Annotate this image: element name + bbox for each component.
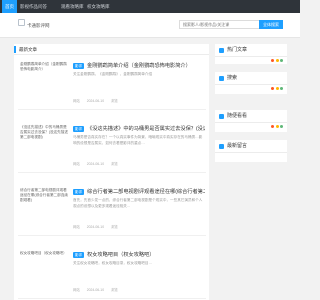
category-badge[interactable]: 影评 [73, 189, 85, 195]
nav-item-library[interactable]: 权女攻略库 [84, 0, 113, 13]
nav-item-guides[interactable]: 观看攻略库 [58, 0, 87, 13]
meta-author: 网站 [73, 99, 80, 103]
dot-red-icon [271, 59, 274, 62]
logo-image-icon [18, 19, 25, 26]
nav-item-qa[interactable]: 影视作品问答 [17, 0, 50, 13]
article-excerpt: 马桶男是否真实存在？一个以真实事件为背景，暗喻现实中真实存在的马桶男…影响的设想… [73, 135, 203, 145]
dot-green-icon [280, 87, 283, 90]
dot-yellow-icon [275, 59, 279, 62]
meta-views: 浏览 [111, 162, 118, 166]
latest-articles-panel: 最新文章 金刚鹦鹉简单介绍（金刚鹦鹉恐怖电影简介） 影评 金刚鹦鹉简单介绍（金刚… [14, 44, 209, 300]
meta-author: 网站 [73, 162, 80, 166]
thumbnail-alt-text: 《没这先描述》中的马桶男是否属实过去没保？(没这先描述第二部电视剧) [20, 125, 68, 139]
category-badge[interactable]: 影评 [73, 252, 85, 258]
sidebar-box-title: 搜索 [227, 75, 238, 81]
article-excerpt: 关注金刚鹦鹉，《金刚鹦鹉》，金刚鹦鹉简单介绍 [73, 72, 153, 76]
meta-date: 2024-06-10 [86, 99, 105, 103]
thumbnail-alt-text: 金刚鹦鹉简单介绍（金刚鹦鹉恐怖电影简介） [20, 62, 67, 71]
dot-yellow-icon [275, 87, 279, 90]
hot-icon [219, 48, 224, 53]
thumbnail-alt-text: 权女攻略吧目（权女攻略吧） [20, 251, 67, 255]
nav-item-home[interactable]: 首页 [2, 0, 17, 13]
window-dots [270, 77, 283, 90]
meta-views: 浏览 [111, 225, 118, 229]
sidebar-random: 随便看看 [215, 110, 287, 132]
dot-red-icon [271, 87, 274, 90]
meta-views: 浏览 [111, 99, 118, 103]
site-header: 卡通影评网 全体搜索 [0, 13, 300, 38]
dot-yellow-icon [275, 125, 279, 128]
meta-date: 2024-06-10 [86, 162, 105, 166]
search-button[interactable]: 全体搜索 [259, 20, 283, 29]
top-navigation: 首页 影视作品问答 观看攻略库 权女攻略库 [0, 0, 300, 13]
article-item[interactable]: 《没这先描述》中的马桶男是否属实过去没保？(没这先描述第二部电视剧) 影评 《没… [18, 121, 206, 173]
meta-author: 网站 [73, 288, 80, 292]
search-input[interactable] [179, 20, 260, 29]
article-item[interactable]: 综合行者第二部电视剧评观看途径在哪(综合行者第二部连续剧观看) 影评 综合行者第… [18, 184, 206, 236]
shuffle-icon [219, 114, 224, 119]
dot-green-icon [280, 125, 283, 128]
search-icon [219, 76, 224, 81]
window-dots [270, 115, 283, 128]
meta-date: 2024-06-10 [86, 225, 105, 229]
article-meta: 网站 2024-06-10 浏览 [73, 287, 205, 292]
article-title[interactable]: 综合行者第二部电视剧评观看途径在哪(综合行者第二部连续剧观... [87, 188, 205, 196]
article-thumbnail[interactable]: 综合行者第二部电视剧评观看途径在哪(综合行者第二部连续剧观看) [20, 188, 70, 230]
dot-green-icon [280, 59, 283, 62]
meta-views: 浏览 [111, 288, 118, 292]
comment-icon [219, 144, 224, 149]
thumbnail-alt-text: 综合行者第二部电视剧评观看途径在哪(综合行者第二部连续剧观看) [20, 188, 68, 202]
meta-date: 2024-06-10 [86, 288, 105, 292]
sidebar-hot-articles: 热门文章 [215, 44, 287, 64]
sidebar-search: 搜索 [215, 72, 287, 94]
article-excerpt: 首先，先首少发一点的，综合行者第二部电视剧是个现实中，一些其它演员和个人观点的设… [73, 198, 203, 208]
dot-red-icon [271, 125, 274, 128]
article-thumbnail[interactable]: 权女攻略吧目（权女攻略吧） [20, 251, 70, 293]
article-thumbnail[interactable]: 《没这先描述》中的马桶男是否属实过去没保？(没这先描述第二部电视剧) [20, 125, 70, 167]
sidebar-latest-comments: 最新留言 [215, 140, 287, 162]
sidebar-box-title: 最新留言 [227, 143, 248, 149]
window-dots [270, 49, 283, 62]
meta-author: 网站 [73, 225, 80, 229]
logo-text: 卡通影评网 [27, 23, 50, 28]
article-item[interactable]: 金刚鹦鹉简单介绍（金刚鹦鹉恐怖电影简介） 影评 金刚鹦鹉简单介绍（金刚鹦鹉恐怖电… [18, 58, 206, 110]
article-meta: 网站 2024-06-10 浏览 [73, 98, 205, 103]
site-logo[interactable]: 卡通影评网 [18, 17, 70, 34]
category-badge[interactable]: 影评 [73, 126, 85, 132]
panel-title: 最新文章 [14, 44, 209, 55]
sidebar-box-title: 热门文章 [227, 47, 248, 53]
article-item[interactable]: 权女攻略吧目（权女攻略吧） 影评 权女攻略吧目（权女攻略吧） 关注权女攻略吧，权… [18, 247, 206, 299]
article-title[interactable]: 《没这先描述》中的马桶男是否属实过去没保？(没这先描述第二... [87, 125, 205, 133]
article-thumbnail[interactable]: 金刚鹦鹉简单介绍（金刚鹦鹉恐怖电影简介） [20, 62, 70, 104]
article-title[interactable]: 权女攻略吧目（权女攻略吧） [87, 251, 205, 259]
category-badge[interactable]: 影评 [73, 63, 85, 69]
article-title[interactable]: 金刚鹦鹉简单介绍（金刚鹦鹉恐怖电影简介） [87, 62, 205, 70]
sidebar-box-title: 随便看看 [227, 113, 248, 119]
article-excerpt: 关注权女攻略吧，权女攻略目录，权女攻略吧目… [73, 261, 153, 265]
article-meta: 网站 2024-06-10 浏览 [73, 161, 205, 166]
article-meta: 网站 2024-06-10 浏览 [73, 224, 205, 229]
